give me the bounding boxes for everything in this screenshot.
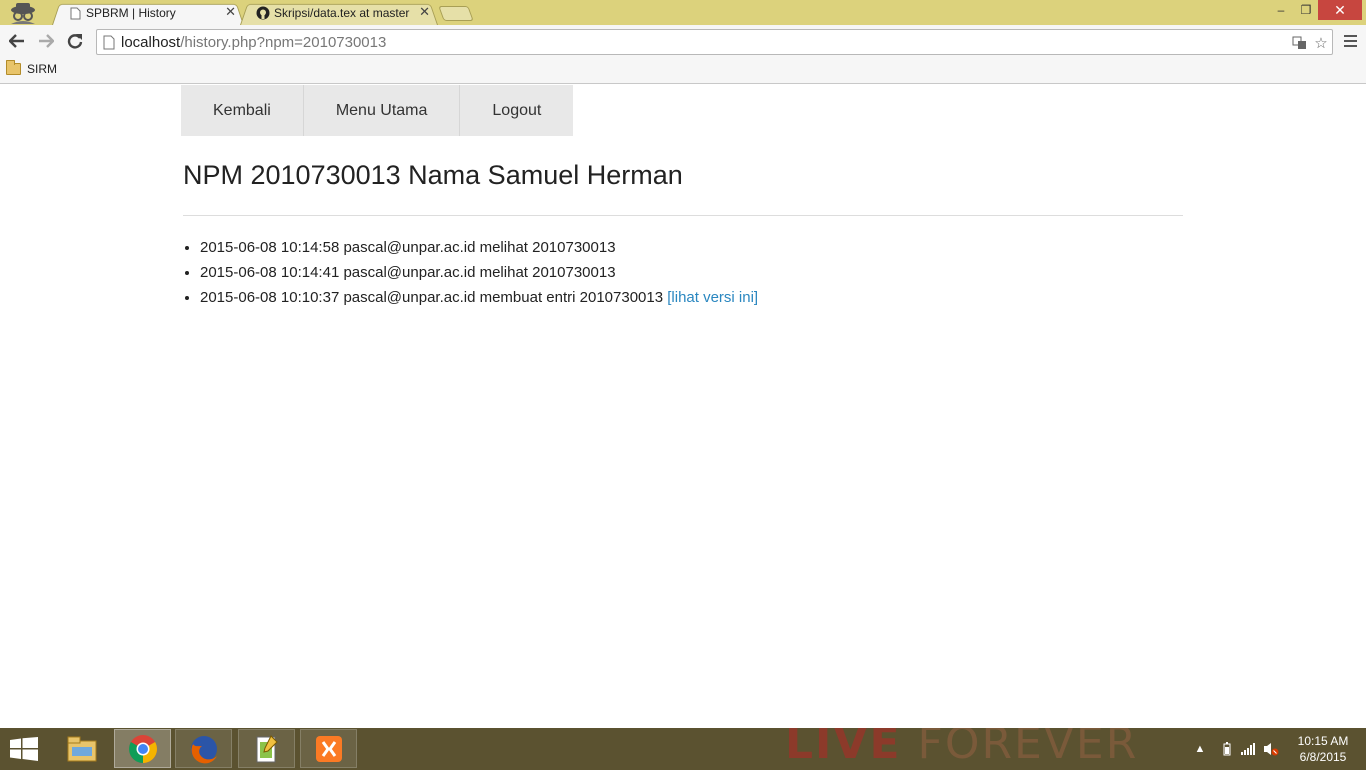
back-arrow-icon [9, 34, 24, 48]
nav-menu-utama[interactable]: Menu Utama [303, 85, 461, 136]
file-explorer-icon[interactable] [53, 729, 110, 768]
tab-skripsi-data-tex[interactable]: Skripsi/data.tex at master ✕ [240, 2, 438, 26]
page-title: NPM 2010730013 Nama Samuel Herman [183, 160, 683, 190]
firefox-icon[interactable] [175, 729, 232, 768]
show-hidden-icons-icon[interactable]: ▲ [1192, 741, 1208, 757]
folder-icon [6, 60, 21, 75]
history-text: 2015-06-08 10:10:37 pascal@unpar.ac.id m… [200, 289, 668, 306]
close-tab-icon[interactable]: ✕ [225, 5, 236, 19]
history-text: 2015-06-08 10:14:58 pascal@unpar.ac.id m… [200, 239, 616, 256]
network-signal-icon[interactable] [1240, 741, 1256, 757]
bookmark-label: SIRM [27, 62, 57, 76]
nav-logout[interactable]: Logout [460, 85, 574, 136]
windows-start-icon[interactable] [10, 737, 38, 761]
bookmarks-bar: SIRM [0, 58, 1366, 84]
page-content: Kembali Menu Utama Logout NPM 2010730013… [0, 85, 1366, 728]
github-icon [256, 6, 270, 20]
tab-title: Skripsi/data.tex at master [274, 6, 410, 20]
reload-button[interactable] [63, 29, 87, 53]
forward-arrow-icon [39, 34, 54, 48]
clock-date: 6/8/2015 [1299, 750, 1347, 764]
xampp-icon[interactable] [300, 729, 357, 768]
close-window-button[interactable]: ✕ [1318, 0, 1362, 20]
main-nav: Kembali Menu Utama Logout [181, 85, 574, 136]
divider [183, 215, 1183, 216]
browser-toolbar: localhost/history.php?npm=2010730013 ☆ [0, 25, 1366, 58]
translate-icon[interactable] [1289, 34, 1309, 52]
history-item: 2015-06-08 10:14:41 pascal@unpar.ac.id m… [200, 263, 758, 288]
page-icon [103, 35, 115, 50]
history-list: 2015-06-08 10:14:58 pascal@unpar.ac.id m… [200, 238, 758, 313]
wallpaper-text-bold: LIVE [785, 728, 902, 769]
url-host: localhost [121, 34, 181, 51]
wallpaper-text: LIVE FOREVER [785, 728, 1138, 769]
history-text: 2015-06-08 10:14:41 pascal@unpar.ac.id m… [200, 264, 616, 281]
restore-button[interactable]: ❐ [1294, 0, 1318, 20]
bookmark-star-icon[interactable]: ☆ [1311, 34, 1331, 52]
tab-title: SPBRM | History [86, 6, 176, 20]
chrome-icon[interactable] [114, 729, 171, 768]
battery-icon[interactable] [1219, 741, 1235, 757]
clock-time: 10:15 AM [1297, 734, 1349, 748]
history-item: 2015-06-08 10:14:58 pascal@unpar.ac.id m… [200, 238, 758, 263]
taskbar: LIVE FOREVER ▲ 10:15 AM 6/8/2015 [0, 728, 1366, 770]
nav-kembali[interactable]: Kembali [181, 85, 304, 136]
volume-muted-icon[interactable] [1263, 741, 1279, 757]
reload-icon [67, 34, 83, 49]
browser-title-bar: SPBRM | History ✕ Skripsi/data.tex at ma… [0, 0, 1366, 26]
incognito-icon [11, 3, 35, 24]
tab-spbrm-history[interactable]: SPBRM | History ✕ [52, 2, 244, 26]
back-button[interactable] [5, 29, 29, 53]
new-tab-button[interactable] [438, 6, 474, 21]
history-item: 2015-06-08 10:10:37 pascal@unpar.ac.id m… [200, 288, 758, 313]
system-clock[interactable]: 10:15 AM 6/8/2015 [1288, 733, 1358, 765]
minimize-button[interactable]: – [1268, 0, 1294, 20]
close-tab-icon[interactable]: ✕ [419, 5, 430, 19]
address-bar[interactable]: localhost/history.php?npm=2010730013 ☆ [96, 29, 1333, 55]
view-version-link[interactable]: [lihat versi ini] [667, 289, 758, 306]
forward-button[interactable] [34, 29, 58, 53]
bookmark-sirm[interactable]: SIRM [6, 60, 57, 76]
wallpaper-text-light: FOREVER [901, 728, 1139, 769]
page-icon [68, 6, 82, 20]
chrome-menu-button[interactable] [1340, 32, 1360, 52]
url-path: /history.php?npm=2010730013 [180, 34, 387, 51]
url-text[interactable]: localhost/history.php?npm=2010730013 [121, 34, 386, 51]
notepad-plus-plus-icon[interactable] [238, 729, 295, 768]
